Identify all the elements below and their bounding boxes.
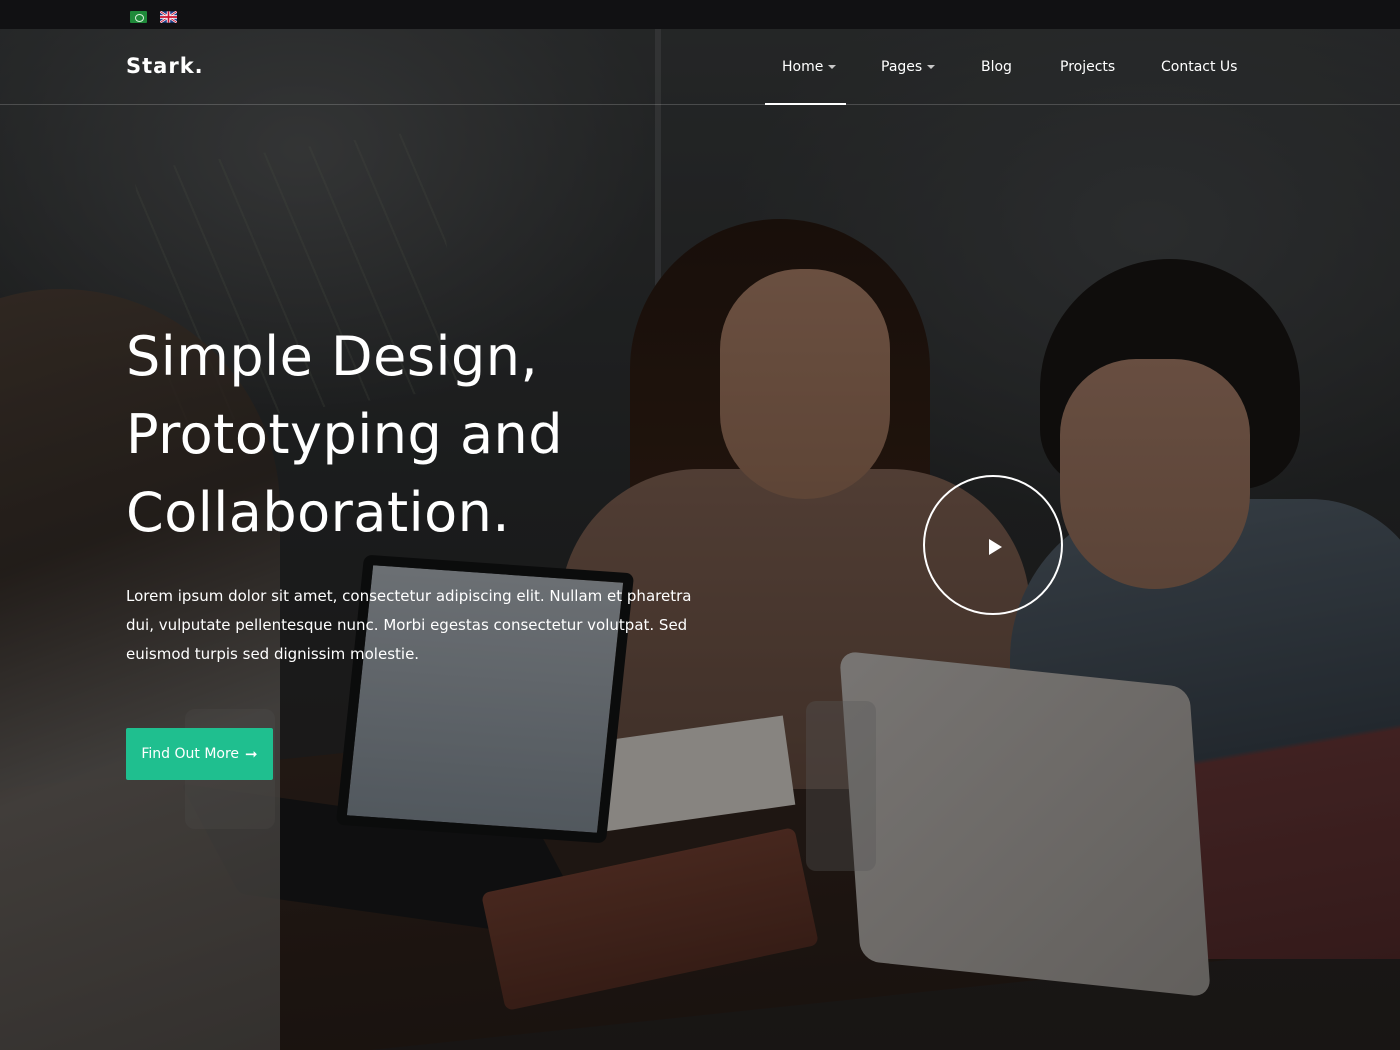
- nav-item-projects-label: Projects: [1060, 59, 1116, 75]
- hero-title-line-3: Collaboration.: [126, 481, 511, 544]
- video-play-button[interactable]: [923, 475, 1063, 615]
- nav-item-home-label: Home: [782, 59, 824, 75]
- arrow-right-icon: ➞: [245, 744, 258, 763]
- nav-item-projects[interactable]: Projects: [1060, 59, 1115, 75]
- nav-item-blog-label: Blog: [981, 59, 1012, 75]
- play-icon: [989, 539, 1002, 555]
- find-out-more-button[interactable]: Find Out More ➞: [126, 728, 273, 780]
- nav-item-home[interactable]: Home: [782, 59, 837, 75]
- nav-item-pages[interactable]: Pages: [881, 59, 936, 75]
- hero-title-line-1: Simple Design,: [126, 325, 539, 388]
- nav-item-blog[interactable]: Blog: [981, 59, 1012, 75]
- logo[interactable]: Stark.: [126, 54, 204, 78]
- find-out-more-label: Find Out More: [141, 746, 240, 762]
- language-bar: [0, 0, 1400, 29]
- main-navbar: Stark. Home Pages Blog Projects Contact …: [0, 29, 1400, 105]
- arabic-flag-icon[interactable]: [130, 11, 147, 23]
- nav-active-indicator: [765, 103, 846, 105]
- chevron-down-icon: [927, 65, 936, 69]
- hero-title: Simple Design, Prototyping and Collabora…: [126, 318, 826, 552]
- chevron-down-icon: [828, 65, 837, 69]
- nav-item-contact[interactable]: Contact Us: [1161, 59, 1237, 75]
- hero-description: Lorem ipsum dolor sit amet, consectetur …: [126, 587, 692, 663]
- nav-item-contact-label: Contact Us: [1161, 59, 1238, 75]
- nav-item-pages-label: Pages: [881, 59, 923, 75]
- hero-title-line-2: Prototyping and: [126, 403, 564, 466]
- page: Stark. Home Pages Blog Projects Contact …: [0, 0, 1400, 1050]
- uk-flag-icon[interactable]: [160, 11, 177, 23]
